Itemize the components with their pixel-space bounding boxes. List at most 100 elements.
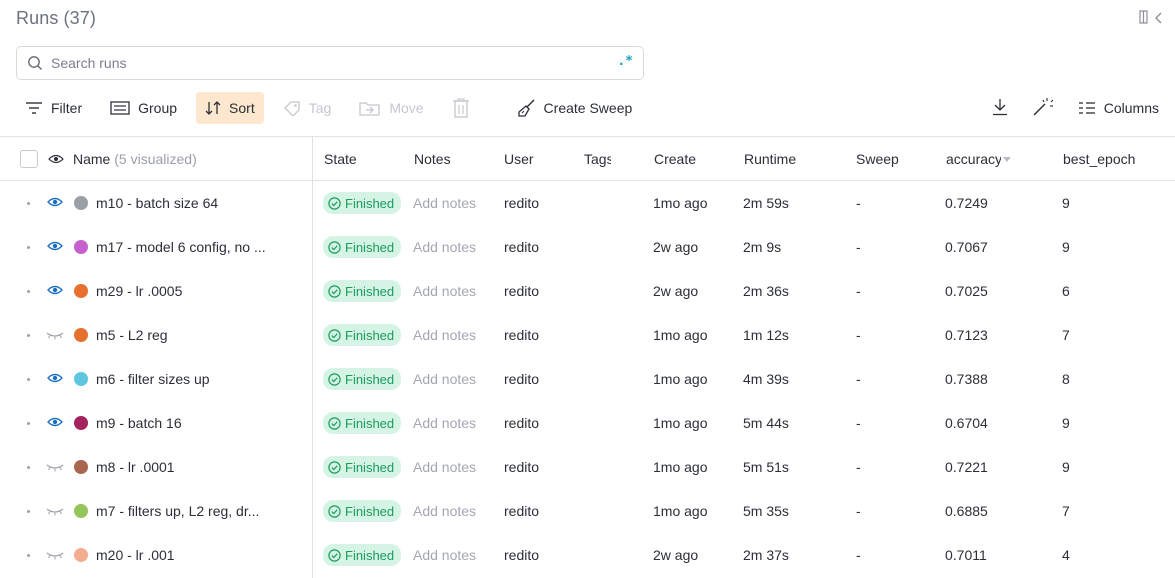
column-header-state[interactable]: State (324, 137, 357, 181)
delete-button[interactable] (443, 92, 479, 124)
accuracy-cell: 0.7249 (945, 195, 988, 211)
user-cell[interactable]: redito (504, 357, 539, 401)
notes-input[interactable]: Add notes (413, 269, 476, 313)
table-row[interactable]: m17 - model 6 config, no ... Finished Add … (0, 225, 1175, 269)
table-row[interactable]: m9 - batch 16 Finished Add notes redito 1mo … (0, 401, 1175, 445)
table-row[interactable]: m29 - lr .0005 Finished Add notes redito 2w … (0, 269, 1175, 313)
user-cell[interactable]: redito (504, 401, 539, 445)
run-name-link[interactable]: m6 - filter sizes up (96, 357, 296, 401)
notes-input[interactable]: Add notes (413, 225, 476, 269)
create-sweep-button[interactable]: Create Sweep (509, 92, 642, 124)
search-input[interactable] (51, 55, 591, 71)
user-cell[interactable]: redito (504, 313, 539, 357)
run-color-swatch[interactable] (74, 181, 88, 225)
table-row[interactable]: m8 - lr .0001 Finished Add notes redito 1mo … (0, 445, 1175, 489)
drag-dot-icon (27, 421, 30, 425)
table-row[interactable]: m20 - lr .001 Finished Add notes redito 2w a… (0, 533, 1175, 577)
row-handle[interactable] (27, 489, 30, 533)
user-cell[interactable]: redito (504, 269, 539, 313)
magic-wand-icon[interactable] (1032, 97, 1054, 120)
notes-input[interactable]: Add notes (413, 533, 476, 577)
row-handle[interactable] (27, 357, 30, 401)
notes-input[interactable]: Add notes (413, 401, 476, 445)
column-header-sweep[interactable]: Sweep (856, 137, 899, 181)
row-handle[interactable] (27, 533, 30, 577)
table-row[interactable]: m6 - filter sizes up Finished Add notes red… (0, 357, 1175, 401)
table-row[interactable]: m7 - filters up, L2 reg, dr... Finished Ad… (0, 489, 1175, 533)
column-header-notes[interactable]: Notes (414, 137, 451, 181)
run-name-link[interactable]: m10 - batch size 64 (96, 181, 296, 225)
column-header-name[interactable]: Name (5 visualized) (73, 137, 308, 181)
best-epoch-cell: 7 (1062, 503, 1070, 519)
run-color-swatch[interactable] (74, 269, 88, 313)
runtime-cell: 4m 39s (743, 371, 789, 387)
user-cell[interactable]: redito (504, 181, 539, 225)
user-cell[interactable]: redito (504, 445, 539, 489)
visibility-toggle[interactable] (47, 401, 63, 445)
notes-input[interactable]: Add notes (413, 313, 476, 357)
run-name-link[interactable]: m20 - lr .001 (96, 533, 296, 577)
sort-button[interactable]: Sort (196, 92, 264, 124)
status-badge: Finished (323, 324, 402, 346)
columns-button[interactable]: Columns (1078, 92, 1159, 124)
notes-input[interactable]: Add notes (413, 181, 476, 225)
run-name-link[interactable]: m17 - model 6 config, no ... (96, 225, 296, 269)
row-handle[interactable] (27, 269, 30, 313)
status-label: Finished (345, 415, 395, 431)
search-bar[interactable]: .* (16, 46, 644, 80)
column-header-tags[interactable]: Tags (584, 137, 611, 181)
visibility-toggle[interactable] (46, 489, 64, 533)
run-color-swatch[interactable] (74, 533, 88, 577)
row-handle[interactable] (27, 313, 30, 357)
download-icon[interactable] (992, 98, 1008, 119)
regex-toggle[interactable]: .* (617, 54, 633, 69)
select-all-checkbox[interactable] (20, 150, 38, 168)
user-cell[interactable]: redito (504, 533, 539, 577)
column-header-runtime[interactable]: Runtime (744, 137, 796, 181)
run-name-link[interactable]: m29 - lr .0005 (96, 269, 296, 313)
run-name-link[interactable]: m7 - filters up, L2 reg, dr... (96, 489, 296, 533)
column-header-create[interactable]: Create (654, 137, 696, 181)
tag-button[interactable]: Tag (274, 92, 341, 124)
filter-button[interactable]: Filter (16, 92, 91, 124)
visibility-toggle[interactable] (47, 225, 63, 269)
column-header-accuracy[interactable]: accuracy (946, 137, 1012, 181)
visibility-header[interactable] (48, 137, 64, 181)
run-name-link[interactable]: m9 - batch 16 (96, 401, 296, 445)
visibility-toggle[interactable] (46, 313, 64, 357)
run-color-swatch[interactable] (74, 357, 88, 401)
run-name-link[interactable]: m8 - lr .0001 (96, 445, 296, 489)
notes-input[interactable]: Add notes (413, 357, 476, 401)
panel-toggle-icon[interactable] (1139, 10, 1149, 27)
user-cell[interactable]: redito (504, 489, 539, 533)
row-handle[interactable] (27, 181, 30, 225)
group-button[interactable]: Group (101, 92, 186, 124)
run-color-swatch[interactable] (74, 313, 88, 357)
visibility-toggle[interactable] (47, 181, 63, 225)
table-row[interactable]: m10 - batch size 64 Finished Add notes redi… (0, 181, 1175, 225)
run-color-swatch[interactable] (74, 225, 88, 269)
row-handle[interactable] (27, 445, 30, 489)
run-color-swatch[interactable] (74, 489, 88, 533)
trash-icon (452, 98, 469, 118)
row-handle[interactable] (27, 401, 30, 445)
column-header-user[interactable]: User (504, 137, 534, 181)
created-cell: 1mo ago (653, 503, 708, 519)
user-cell[interactable]: redito (504, 225, 539, 269)
runtime-cell: 2m 9s (743, 239, 782, 255)
run-name-link[interactable]: m5 - L2 reg (96, 313, 296, 357)
column-header-best-epoch[interactable]: best_epoch (1063, 137, 1135, 181)
visibility-toggle[interactable] (46, 533, 64, 577)
eye-closed-icon (46, 459, 64, 475)
visibility-toggle[interactable] (47, 357, 63, 401)
visibility-toggle[interactable] (46, 445, 64, 489)
notes-input[interactable]: Add notes (413, 445, 476, 489)
table-row[interactable]: m5 - L2 reg Finished Add notes redito 1mo ag… (0, 313, 1175, 357)
notes-input[interactable]: Add notes (413, 489, 476, 533)
run-color-swatch[interactable] (74, 445, 88, 489)
move-button[interactable]: Move (350, 92, 432, 124)
run-color-swatch[interactable] (74, 401, 88, 445)
visibility-toggle[interactable] (47, 269, 63, 313)
row-handle[interactable] (27, 225, 30, 269)
chevron-left-icon[interactable] (1155, 11, 1163, 27)
